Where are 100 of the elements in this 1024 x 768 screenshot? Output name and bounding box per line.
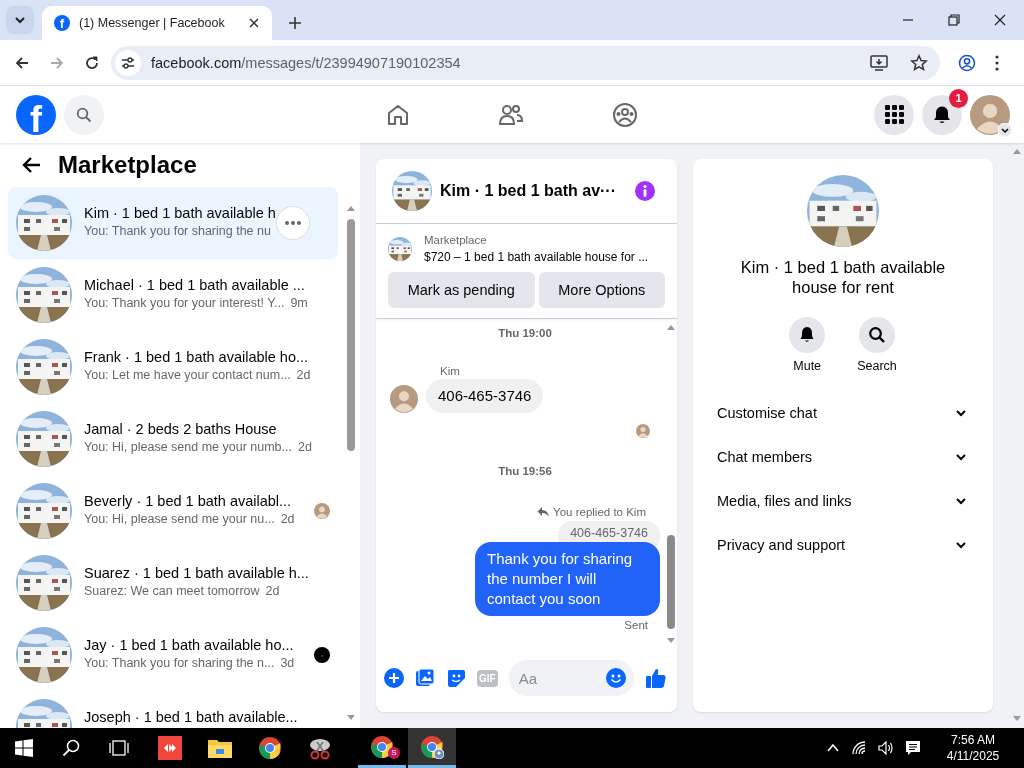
notifications-button[interactable] [922,94,962,135]
conversation-item[interactable]: Frank · 1 bed 1 bath available ho... You: Let me have your contact num... 2d [8,331,338,403]
wifi-icon[interactable] [851,740,867,756]
app-icon[interactable] [158,736,182,760]
volume-icon[interactable] [878,740,894,756]
caret-icon[interactable] [998,122,1012,137]
apps-grid-icon [884,105,904,124]
conversation-title: Kim · 1 bed 1 bath available house for rent [739,257,947,297]
timestamp: Thu 19:56 [497,465,553,477]
star-icon[interactable] [910,53,928,72]
chrome-icon[interactable] [370,734,394,759]
conversation-title: Suarez · 1 bed 1 bath available h... [84,565,310,581]
sidebar-title: Marketplace [58,151,197,179]
message-preview: You: Let me have your contact num... [84,367,291,384]
section-header[interactable]: Privacy and support [701,523,985,567]
emoji-icon[interactable] [606,668,626,688]
clock-time[interactable]: 7:56 AM [951,732,995,748]
timestamp: 2d [265,583,280,600]
message-preview: You: Thank you for your interest! Y... [84,295,285,312]
info-icon[interactable] [635,181,655,201]
message-bubble: 406-465-3746 [426,379,544,413]
image-icon[interactable] [415,668,435,688]
timestamp: 2d [298,439,312,456]
notification-badge: 1 [949,88,968,108]
address-field[interactable]: facebook.com/messages/t/23994907190102354 [111,45,940,80]
back-icon[interactable] [22,155,42,175]
browser-tab[interactable]: f (1) Messenger | Facebook [42,6,272,40]
message-preview: You: Thank you for sharing the n... [84,655,275,672]
thumbs-up-icon[interactable] [645,667,667,689]
read-receipt-avatar [314,647,330,663]
clock-date[interactable]: 4/11/2025 [946,748,1000,764]
reply-note: You replied to Kim [553,506,646,518]
tab-menu-icon[interactable] [6,6,34,34]
scissors-icon[interactable] [308,736,332,760]
restore-icon[interactable] [948,14,960,26]
favicon: f [54,15,70,31]
conversation-item[interactable]: Michael · 1 bed 1 bath available ... You: Thank you for your interest! Y... 9m [8,259,338,331]
site-settings-icon[interactable] [115,49,141,76]
action-button[interactable]: Mark as pending [388,272,535,308]
home-icon[interactable] [386,102,410,127]
avatar [970,94,1010,135]
tab-title: (1) Messenger | Facebook [79,16,226,30]
back-icon[interactable] [14,54,30,71]
new-tab-icon[interactable] [288,16,302,30]
folder-icon[interactable] [208,738,232,758]
section-header[interactable]: Media, files and links [701,479,985,523]
message-bubble: Thank you for sharing the number I will contact you soon [475,542,660,616]
conversation-title: Michael · 1 bed 1 bath available ... [84,277,306,293]
bell-icon [932,104,952,125]
groups-icon[interactable] [612,101,638,128]
read-receipt-avatar [314,503,330,519]
close-icon[interactable] [248,17,260,29]
conversation-item[interactable]: Jamal · 2 beds 2 baths House You: Hi, please send me your numb... 2d [8,403,338,475]
conversation-title: Jamal · 2 beds 2 baths House [84,421,278,437]
timestamp: 2d [296,367,311,384]
notification-icon[interactable] [905,740,921,756]
message-preview: You: Hi, please send me your nu... [84,511,275,528]
close-icon[interactable] [994,14,1006,26]
message-input[interactable]: Aa [508,660,634,696]
message-preview: Suarez: We can meet tomorrow [84,583,260,600]
task-view-icon[interactable] [109,740,129,756]
action-button[interactable]: More Options [538,272,665,308]
conversation-item[interactable]: Kim · 1 bed 1 bath available h You: Thank you for sharing the nu [8,187,338,259]
message-preview: You: Thank you for sharing the nu [84,223,271,240]
listing-label: Marketplace [424,233,488,248]
logo[interactable]: f [16,94,56,135]
sticker-icon[interactable] [446,668,466,688]
chat-title[interactable]: Kim · 1 bed 1 bath av··· [440,182,627,200]
conversation-item[interactable]: Suarez · 1 bed 1 bath available h... Suarez: We can meet tomorrow 2d [8,547,338,619]
conversation-item[interactable]: Jay · 1 bed 1 bath available ho... You: Thank you for sharing the n... 3d [8,619,338,691]
search-icon [868,326,886,344]
windows-icon[interactable] [15,739,33,757]
sender-name: Kim [440,365,461,377]
chrome-icon[interactable] [420,734,444,759]
read-receipt-avatar [636,424,650,438]
conversation-item[interactable]: Beverly · 1 bed 1 bath availabl... You: Hi, please send me your nu... 2d [8,475,338,547]
section-header[interactable]: Chat members [701,435,985,479]
listing-title[interactable]: $720 – 1 bed 1 bath available house for ... [424,248,649,266]
menu-icon[interactable] [995,54,999,71]
install-icon[interactable] [870,53,888,72]
section-header[interactable]: Customise chat [701,391,985,435]
forward-icon [49,54,65,71]
avatar [390,385,418,413]
url-text: facebook.com/messages/t/23994907190102354 [151,54,461,71]
timestamp: 9m [290,295,308,312]
friends-icon[interactable] [498,102,524,127]
reload-icon[interactable] [84,54,100,71]
add-icon[interactable] [384,668,404,688]
scrollbar[interactable] [666,323,676,645]
profile-icon[interactable] [958,53,976,72]
menu-button[interactable] [874,94,914,135]
conversation-title: Beverly · 1 bed 1 bath availabl... [84,493,293,509]
timestamp: 3d [280,655,295,672]
conversation-title: Jay · 1 bed 1 bath available ho... [84,637,295,653]
conversation-title: Frank · 1 bed 1 bath available ho... [84,349,310,365]
search-button[interactable] [64,94,104,135]
reply-icon [537,506,550,518]
chrome-icon[interactable] [258,736,282,760]
search-icon[interactable] [62,739,80,757]
more-options-icon[interactable] [276,206,310,240]
